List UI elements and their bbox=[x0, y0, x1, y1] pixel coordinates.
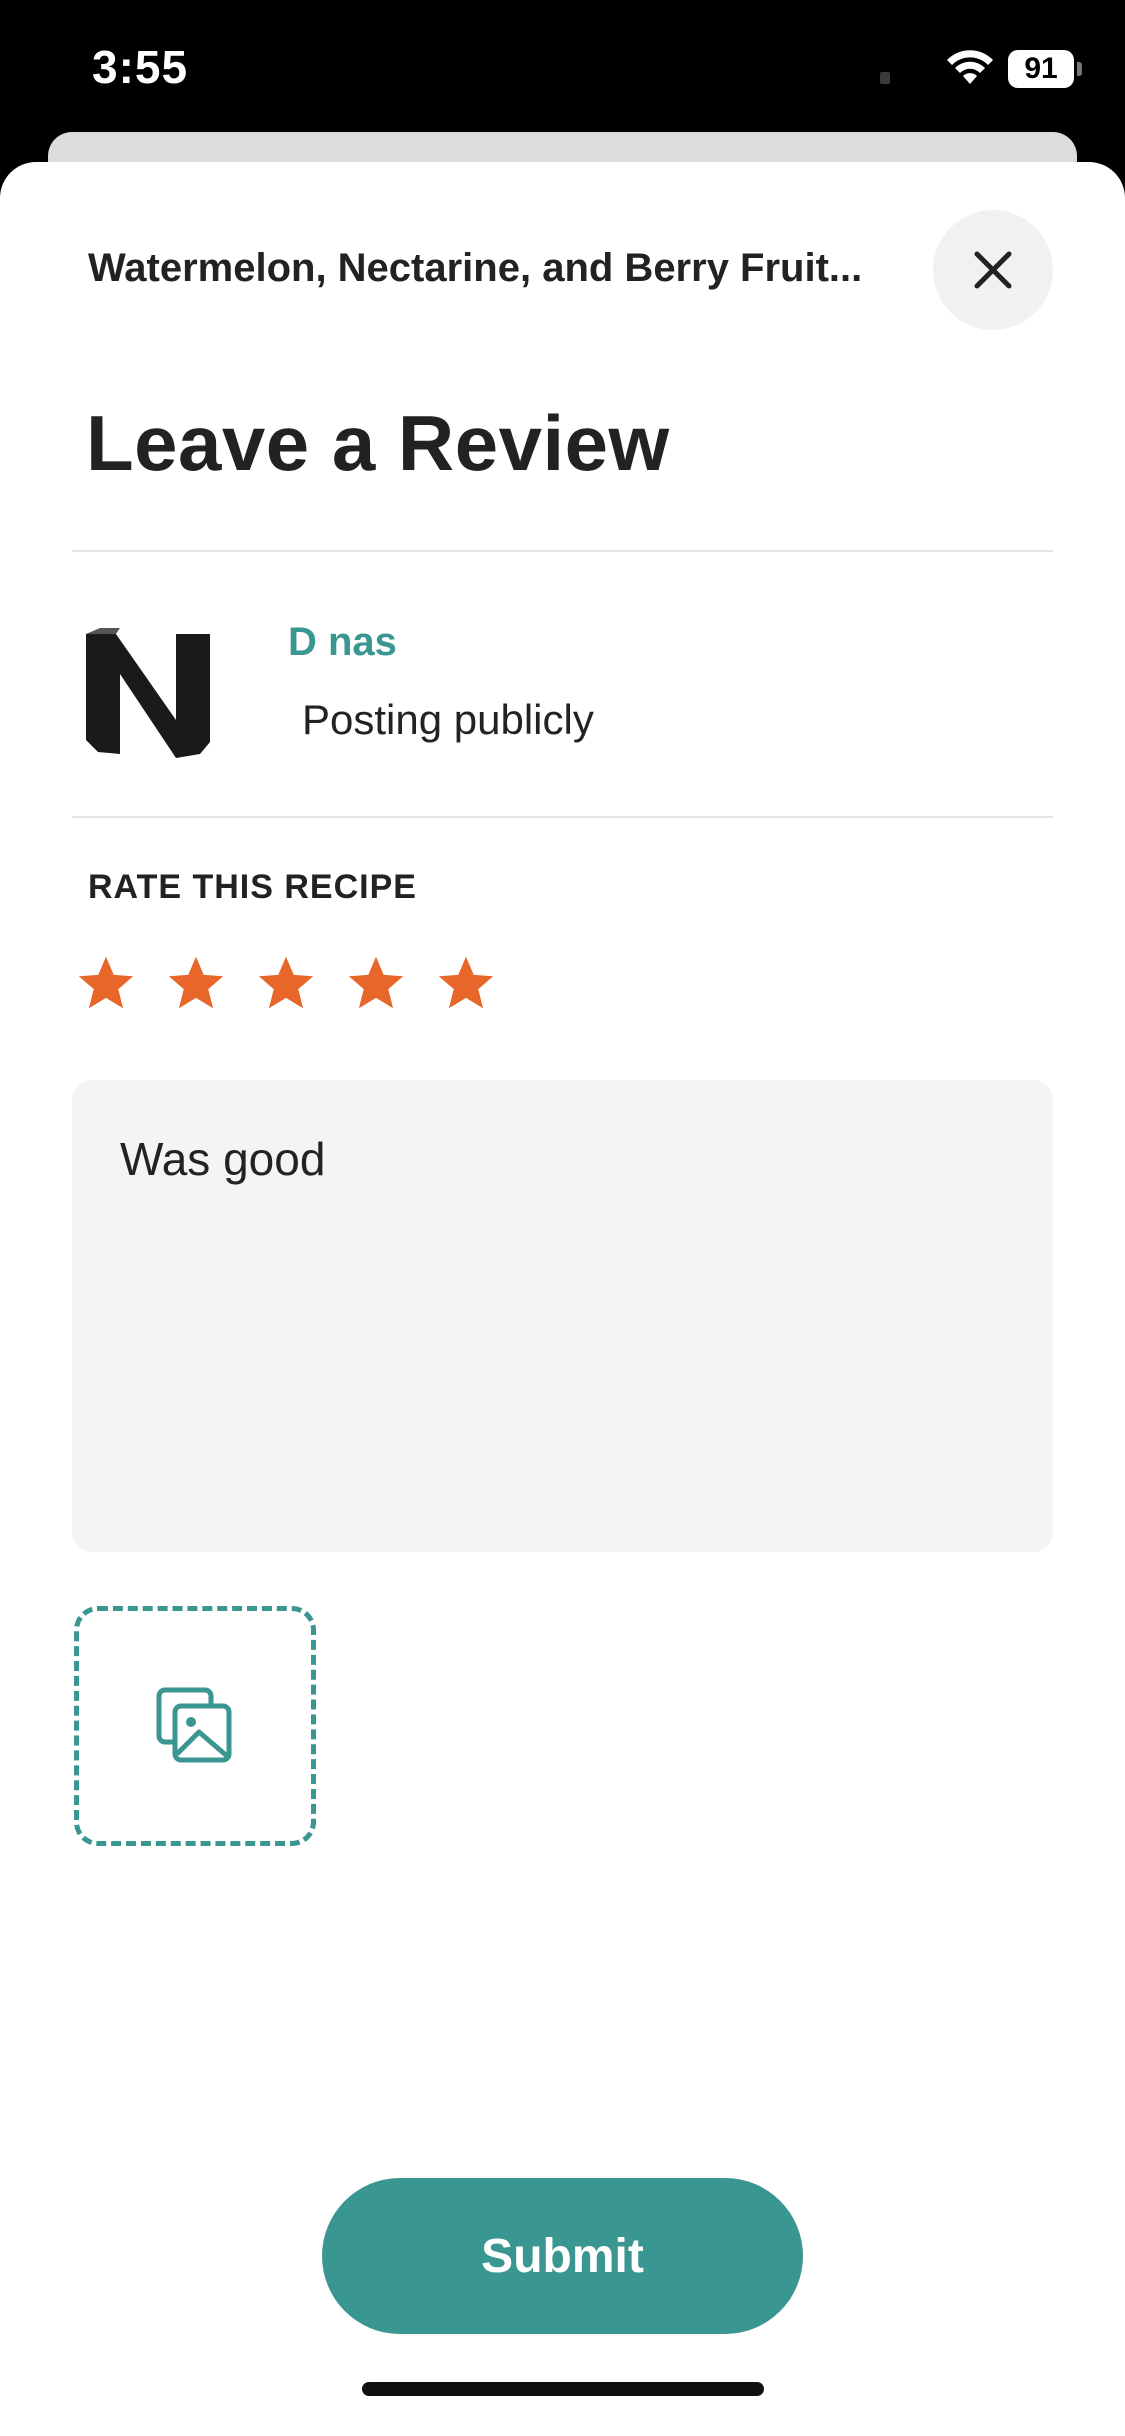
user-name: D nas bbox=[288, 620, 397, 664]
star-rating[interactable] bbox=[74, 952, 498, 1016]
divider bbox=[72, 816, 1053, 818]
camera-indicator bbox=[880, 72, 890, 84]
battery-indicator: 91 bbox=[1008, 50, 1074, 88]
posting-visibility: Posting publicly bbox=[302, 696, 594, 743]
rate-label: RATE THIS RECIPE bbox=[88, 868, 417, 906]
review-text-area[interactable]: Was good bbox=[72, 1080, 1053, 1552]
wifi-icon bbox=[947, 50, 993, 84]
home-indicator bbox=[362, 2382, 764, 2396]
review-text: Was good bbox=[120, 1133, 326, 1185]
recipe-title: Watermelon, Nectarine, and Berry Fruit..… bbox=[88, 246, 863, 290]
divider bbox=[72, 550, 1053, 552]
star-icon[interactable] bbox=[434, 952, 498, 1016]
close-icon bbox=[974, 251, 1012, 289]
submit-button[interactable]: Submit bbox=[322, 2178, 803, 2334]
status-time: 3:55 bbox=[92, 41, 189, 93]
page-title: Leave a Review bbox=[86, 399, 670, 487]
add-photo-button[interactable] bbox=[74, 1606, 316, 1846]
user-avatar bbox=[86, 628, 210, 758]
add-photo-icon bbox=[156, 1687, 232, 1763]
star-icon[interactable] bbox=[254, 952, 318, 1016]
battery-tip bbox=[1077, 62, 1082, 76]
star-icon[interactable] bbox=[74, 952, 138, 1016]
review-sheet: Watermelon, Nectarine, and Berry Fruit..… bbox=[0, 162, 1125, 2436]
close-button[interactable] bbox=[933, 210, 1053, 330]
status-bar: 3:55 91 bbox=[0, 0, 1125, 135]
star-icon[interactable] bbox=[164, 952, 228, 1016]
star-icon[interactable] bbox=[344, 952, 408, 1016]
